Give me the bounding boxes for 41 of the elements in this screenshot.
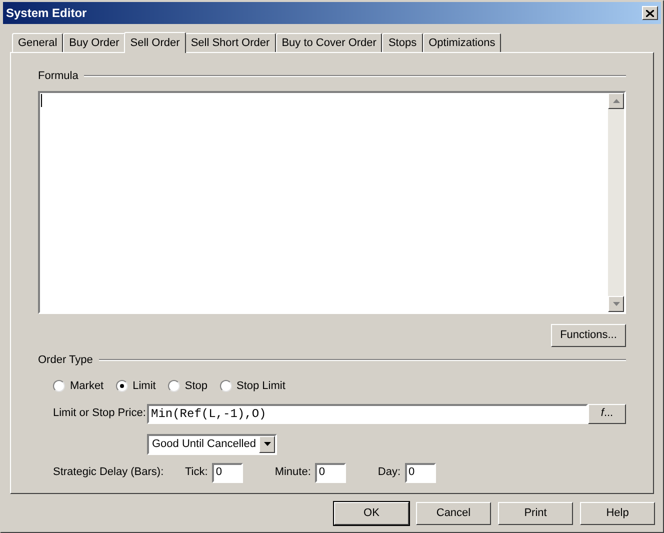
tab[interactable]: Sell Order: [124, 32, 186, 53]
radio-button[interactable]: [220, 380, 232, 392]
dropdown-arrow-icon: [264, 442, 270, 446]
up-arrow-icon: [612, 98, 620, 102]
tab[interactable]: Buy Order: [63, 33, 126, 52]
duration-dropdown[interactable]: Good Until Cancelled: [147, 434, 277, 454]
radio-option[interactable]: Stop Limit: [220, 378, 286, 394]
close-button[interactable]: [642, 6, 658, 20]
functions-button[interactable]: Functions...: [551, 324, 626, 346]
field-label: Tick:: [185, 465, 208, 480]
radio-option[interactable]: Market: [53, 378, 104, 394]
down-arrow-icon: [612, 302, 620, 306]
price-field[interactable]: Min(Ref(L,-1),O): [147, 404, 588, 424]
radio-button[interactable]: [168, 380, 180, 392]
tab[interactable]: General: [12, 33, 64, 52]
tab[interactable]: Buy to Cover Order: [276, 33, 382, 52]
radio-option[interactable]: Limit: [116, 378, 156, 394]
scrollbar[interactable]: [608, 92, 624, 312]
tab[interactable]: Stops: [382, 33, 423, 52]
dialog-button[interactable]: OK: [334, 502, 409, 525]
window-title: System Editor: [6, 5, 87, 22]
radio-option[interactable]: Stop: [168, 378, 208, 394]
field-label: Limit or Stop Price:: [53, 406, 147, 422]
dialog-button[interactable]: Cancel: [416, 502, 491, 525]
tab[interactable]: Optimizations: [422, 33, 502, 52]
field-label: Strategic Delay (Bars):: [53, 465, 165, 480]
close-icon: [646, 10, 654, 16]
section-label: Formula: [38, 69, 78, 84]
number-field[interactable]: 0: [212, 462, 243, 482]
field-label: Minute:: [274, 465, 311, 480]
number-field[interactable]: 0: [404, 462, 436, 482]
dialog-button[interactable]: Print: [498, 502, 573, 525]
section-label: Order Type: [38, 352, 93, 368]
text-cursor: [41, 94, 42, 106]
tab[interactable]: Sell Short Order: [184, 33, 276, 52]
radio-button[interactable]: [116, 380, 128, 392]
radio-button[interactable]: [53, 380, 65, 392]
number-field[interactable]: 0: [314, 462, 346, 482]
dialog-button[interactable]: Help: [580, 502, 655, 525]
formula-button[interactable]: f...: [588, 404, 626, 424]
field-label: Day:: [378, 465, 401, 480]
